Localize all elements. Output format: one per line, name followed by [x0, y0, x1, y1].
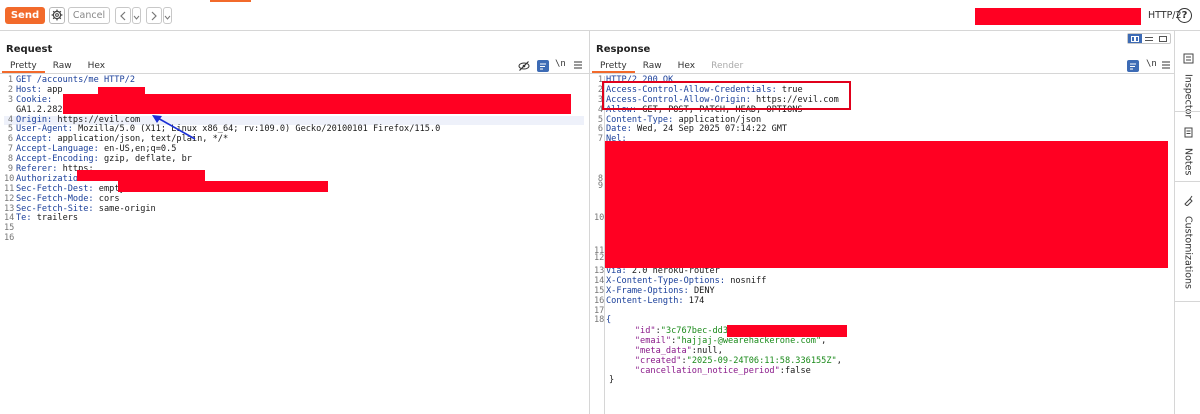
- response-title: Response: [596, 44, 651, 55]
- response-view-tabs: Pretty Raw Hex Render: [592, 59, 751, 73]
- header-value: trailers: [36, 213, 79, 224]
- sidebar-separator: [1175, 301, 1200, 302]
- forward-history-button[interactable]: [163, 7, 172, 24]
- gear-icon: [51, 6, 63, 25]
- tab-pretty[interactable]: Pretty: [2, 59, 45, 73]
- wrap-lines-icon: [537, 60, 549, 72]
- forward-button[interactable]: [146, 7, 162, 24]
- chevron-left-icon: [119, 6, 127, 25]
- layout-stack-icon[interactable]: [1142, 34, 1156, 43]
- redacted-referer: [77, 170, 205, 181]
- brush-icon: [1183, 191, 1194, 210]
- chevron-right-icon: [150, 6, 158, 25]
- redacted-id: [727, 325, 847, 337]
- layout-tabs-icon[interactable]: [1156, 34, 1170, 43]
- request-menu-icon[interactable]: [573, 60, 583, 70]
- code-line[interactable]: 16 Content-Length: 174: [594, 295, 1164, 307]
- json-tail: ,: [836, 355, 842, 366]
- active-tab-indicator: [210, 0, 251, 2]
- code-line[interactable]: 18{: [594, 316, 1164, 326]
- code-line[interactable]: 13 Sec-Fetch-Site: same-origin: [4, 203, 584, 215]
- header-value: Wed, 24 Sep 2025 07:14:22 GMT: [637, 124, 788, 135]
- annotation-arrow: [152, 115, 196, 140]
- sidebar-tab-notes[interactable]: Notes: [1175, 123, 1200, 175]
- code-line[interactable]: 1 GET /accounts/me HTTP/2: [4, 75, 584, 86]
- request-tabs-divider: [0, 73, 589, 74]
- json-key: "cancellation_notice_period": [634, 365, 780, 376]
- chevron-down-icon: [133, 6, 140, 25]
- sidebar-tab-label: Customizations: [1182, 216, 1194, 289]
- request-view-tabs: Pretty Raw Hex: [2, 59, 113, 73]
- show-newlines-toggle[interactable]: \n: [1146, 59, 1157, 69]
- sidebar-separator: [1175, 111, 1200, 112]
- header-value: nosniff: [730, 275, 767, 286]
- code-line[interactable]: 14 Te: trailers: [4, 214, 584, 224]
- response-tabs-divider: [590, 73, 1174, 74]
- cors-highlight-box: [602, 81, 851, 110]
- tab-hex[interactable]: Hex: [670, 59, 703, 73]
- redacted-target-host: [975, 8, 1141, 25]
- tab-hex[interactable]: Hex: [80, 59, 113, 73]
- line-number: 18: [594, 315, 605, 326]
- settings-button[interactable]: [49, 7, 65, 24]
- top-toolbar: Send Cancel HTTP/2 ?: [0, 0, 1200, 31]
- back-history-button[interactable]: [132, 7, 141, 24]
- response-json-body[interactable]: "id":"3c767bec-dd31, "email":"hajjaj-@we…: [594, 326, 1164, 386]
- wrap-toggle-button[interactable]: [537, 60, 549, 72]
- hide-eye-icon[interactable]: [518, 60, 530, 72]
- layout-switcher[interactable]: [1127, 33, 1171, 44]
- right-sidebar: Inspector Notes Customizations: [1174, 31, 1200, 414]
- request-title: Request: [6, 44, 53, 55]
- show-newlines-toggle[interactable]: \n: [555, 59, 566, 69]
- header-value: gzip, deflate, br: [103, 154, 192, 165]
- redacted-token: [118, 181, 328, 192]
- send-button[interactable]: Send: [5, 7, 45, 24]
- json-line[interactable]: "cancellation_notice_period": false: [609, 365, 1164, 377]
- wrap-lines-icon: [1127, 60, 1139, 72]
- help-icon[interactable]: ?: [1177, 8, 1192, 23]
- code-line[interactable]: 15: [4, 223, 584, 234]
- tab-pretty[interactable]: Pretty: [592, 59, 635, 73]
- redacted-response-headers: [605, 141, 1168, 268]
- header-name: Te:: [16, 213, 37, 224]
- sidebar-tab-customizations[interactable]: Customizations: [1175, 191, 1200, 289]
- json-tail: ,: [821, 335, 827, 346]
- sidebar-tab-label: Notes: [1182, 148, 1194, 176]
- back-button[interactable]: [115, 7, 131, 24]
- json-value: false: [784, 365, 811, 376]
- wrap-toggle-button[interactable]: [1127, 60, 1139, 72]
- response-menu-icon[interactable]: [1161, 60, 1171, 70]
- sidebar-separator: [1175, 181, 1200, 182]
- header-value: 174: [688, 295, 705, 306]
- header-value: same-origin: [98, 203, 156, 214]
- header-name: Content-Length:: [606, 295, 689, 306]
- inspector-icon: [1183, 49, 1194, 68]
- line-number: 16: [4, 233, 15, 244]
- header-name: {: [606, 315, 612, 326]
- redacted-cookie: [63, 94, 571, 114]
- json-line[interactable]: }: [609, 376, 1164, 386]
- pane-divider[interactable]: [589, 31, 590, 414]
- code-line[interactable]: 16: [4, 233, 584, 244]
- tab-render[interactable]: Render: [703, 59, 751, 73]
- cancel-button[interactable]: Cancel: [68, 7, 110, 24]
- code-line[interactable]: 6 Date: Wed, 24 Sep 2025 07:14:22 GMT: [594, 125, 1164, 135]
- sidebar-tab-inspector[interactable]: Inspector: [1175, 49, 1200, 118]
- chevron-down-icon: [164, 6, 171, 25]
- line-number: 3: [7, 94, 13, 105]
- tab-raw[interactable]: Raw: [635, 59, 670, 73]
- notes-icon: [1183, 123, 1194, 142]
- response-headers-bottom[interactable]: 13 Via: 2.0 heroku-router 14 X-Content-Type…: [594, 266, 1164, 326]
- json-closing-brace: }: [609, 375, 615, 386]
- layout-split-icon[interactable]: [1128, 34, 1142, 43]
- code-line[interactable]: 17: [594, 306, 1164, 317]
- tab-raw[interactable]: Raw: [45, 59, 80, 73]
